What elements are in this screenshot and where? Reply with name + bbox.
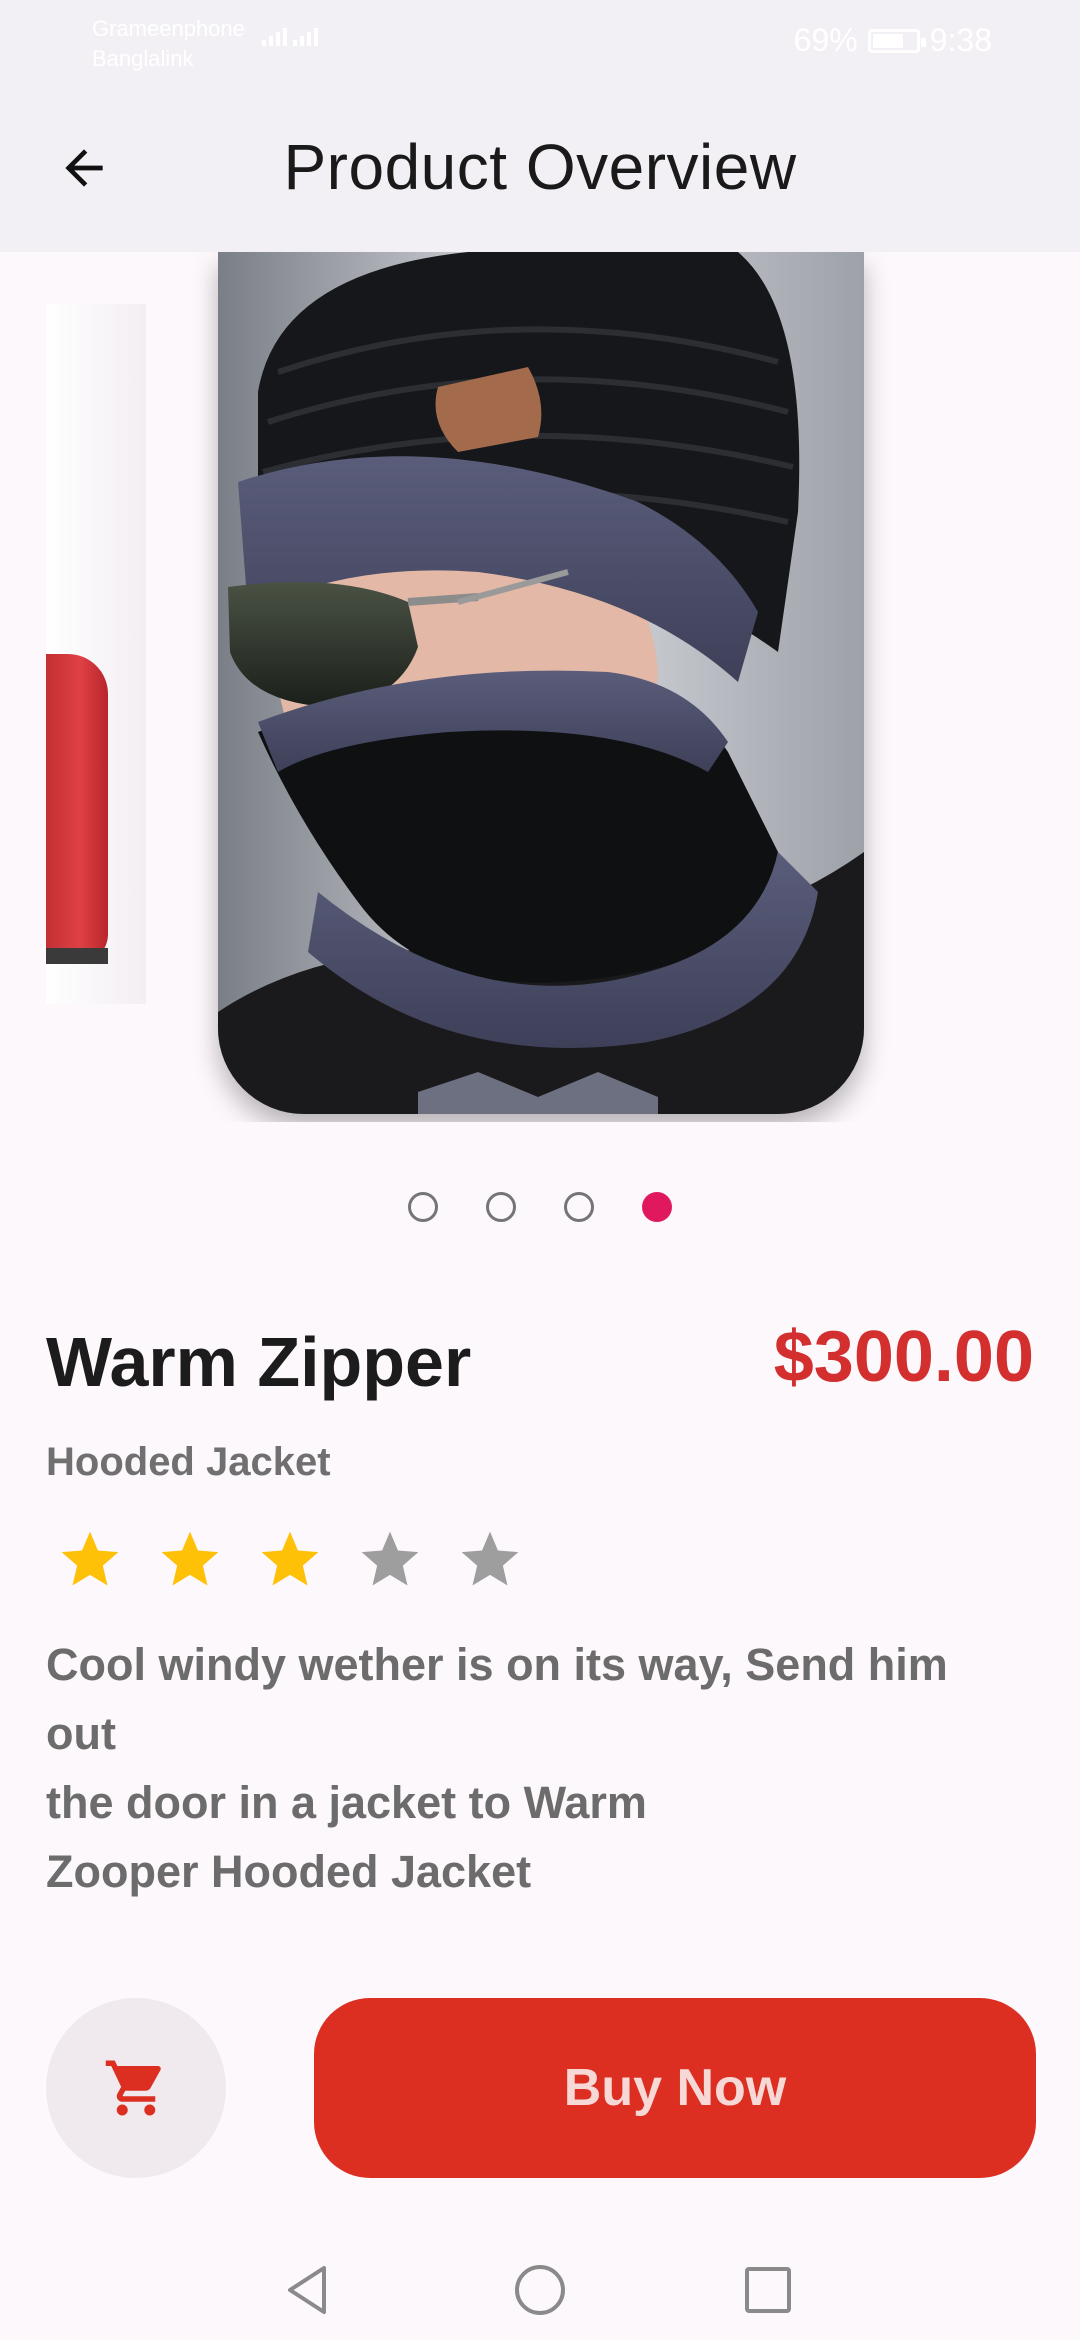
carousel-dot[interactable] — [486, 1192, 516, 1222]
product-subtitle: Hooded Jacket — [46, 1440, 331, 1484]
carousel-indicator — [0, 1192, 1080, 1222]
shopping-cart-icon — [105, 2060, 161, 2116]
rating-stars — [56, 1526, 524, 1594]
buy-now-button[interactable]: Buy Now — [314, 1998, 1036, 2178]
nav-recents-button[interactable] — [728, 2250, 808, 2330]
product-description: Cool windy wether is on its way, Send hi… — [46, 1630, 1006, 1906]
description-line: Cool windy wether is on its way, Send hi… — [46, 1639, 948, 1690]
status-bar: Grameenphone Banglalink 69% 9:38 — [0, 0, 1080, 84]
back-triangle-icon — [288, 2266, 326, 2314]
status-right: 69% 9:38 — [794, 22, 992, 59]
star-empty-icon — [461, 1531, 519, 1586]
product-overview-screen: Grameenphone Banglalink 69% 9:38 Product… — [0, 0, 1080, 2340]
system-nav-bar — [0, 2232, 1080, 2340]
product-name: Warm Zipper — [46, 1323, 472, 1401]
carousel-dot[interactable] — [408, 1192, 438, 1222]
previous-product-image[interactable] — [46, 304, 146, 1004]
nav-home-button[interactable] — [500, 2250, 580, 2330]
product-image-carousel[interactable] — [0, 252, 1080, 1122]
signal-icon — [262, 28, 318, 46]
product-image[interactable] — [218, 252, 864, 1114]
description-line: Zooper Hooded Jacket — [46, 1846, 532, 1897]
product-price: $300.00 — [773, 1317, 1034, 1397]
clock: 9:38 — [929, 22, 992, 58]
nav-back-button[interactable] — [268, 2250, 348, 2330]
carousel-dot[interactable] — [564, 1192, 594, 1222]
carrier-2: Banglalink — [92, 46, 194, 71]
battery-icon — [867, 28, 926, 53]
add-to-cart-button[interactable] — [46, 1998, 226, 2178]
carrier-names: Grameenphone Banglalink — [92, 14, 245, 74]
star-filled-icon — [261, 1531, 319, 1586]
recents-square-icon — [745, 2267, 791, 2313]
app-bar: Product Overview — [0, 84, 1080, 252]
description-line: out — [46, 1708, 116, 1759]
carousel-dot[interactable] — [642, 1192, 672, 1222]
carrier-1: Grameenphone — [92, 16, 245, 41]
star-filled-icon — [161, 1531, 219, 1586]
star-empty-icon — [361, 1531, 419, 1586]
battery-percent: 69% — [793, 22, 858, 58]
page-title: Product Overview — [283, 131, 797, 203]
star-filled-icon — [61, 1531, 119, 1586]
description-line: the door in a jacket to Warm — [46, 1777, 647, 1828]
home-circle-icon — [515, 2265, 565, 2315]
